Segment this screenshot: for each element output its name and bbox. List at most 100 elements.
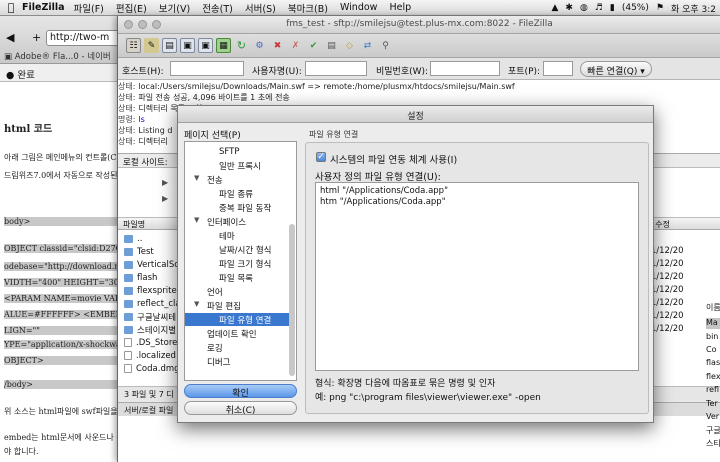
menu-clock[interactable]: 화 오후 3:2 — [671, 2, 716, 15]
list-item[interactable]: flex — [706, 372, 720, 383]
example-hint: 예: png "c:\program files\viewer\viewer.e… — [315, 393, 541, 403]
browser-url-field[interactable]: http://two-m — [46, 30, 124, 46]
username-input[interactable] — [305, 61, 367, 76]
password-input[interactable] — [430, 61, 500, 76]
reconnect-icon[interactable]: ✔ — [306, 38, 321, 53]
filter-icon[interactable]: ▤ — [324, 38, 339, 53]
column-name[interactable]: 이름 — [706, 302, 720, 313]
list-item[interactable]: Ver — [706, 412, 720, 423]
sync-browse-icon[interactable]: ⇄ — [360, 38, 375, 53]
flag-icon[interactable]: ⚑ — [656, 3, 664, 13]
tree-item-logging[interactable]: 로깅 — [185, 341, 289, 354]
tree-item-filetype-associations[interactable]: 파일 유형 연결 — [185, 313, 289, 326]
tree-scrollbar[interactable] — [289, 224, 295, 376]
port-input[interactable] — [543, 61, 573, 76]
tree-item-sftp[interactable]: SFTP — [185, 146, 289, 159]
menu-transfer[interactable]: 전송(T) — [202, 1, 233, 15]
menu-window[interactable]: Window — [340, 2, 377, 13]
tree-item-date-time-format[interactable]: 날짜/시간 형식 — [185, 243, 289, 256]
bluetooth-icon[interactable]: ✱ — [565, 3, 573, 13]
list-item[interactable]: reflect_cla — [124, 297, 181, 310]
list-item[interactable]: 구글날씨테 — [124, 310, 176, 323]
use-system-associations-label[interactable]: 시스템의 파일 연동 체계 사용(I) — [330, 152, 457, 166]
list-item[interactable]: Co — [706, 345, 720, 356]
refresh-icon[interactable]: ↻ — [234, 38, 249, 53]
process-queue-icon[interactable]: ⚙ — [252, 38, 267, 53]
tree-item-file-editing[interactable]: ▼ 파일 편집 — [185, 299, 289, 312]
site-manager-icon[interactable]: ☷ — [126, 38, 141, 53]
tree-item-filesize-format[interactable]: 파일 크기 형식 — [185, 257, 289, 270]
cancel-icon[interactable]: ✖ — [270, 38, 285, 53]
menu-edit[interactable]: 편집(E) — [116, 1, 147, 15]
list-item[interactable]: .DS_Store — [124, 336, 177, 349]
wifi-icon[interactable]: ◍ — [580, 3, 588, 13]
tree-item-file-lists[interactable]: 파일 목록 — [185, 271, 289, 284]
quickconnect-button[interactable]: 빠른 연결(Q) ▾ — [580, 61, 652, 77]
ok-button[interactable]: 확인 — [184, 384, 297, 399]
expanded-triangle-icon[interactable]: ▼ — [194, 216, 199, 224]
custom-associations-textarea[interactable]: html "/Applications/Coda.app" htm "/Appl… — [315, 182, 639, 371]
menu-bookmarks[interactable]: 북마크(B) — [288, 1, 328, 15]
tree-item-debug[interactable]: 디버그 — [185, 355, 289, 368]
file-icon — [124, 364, 132, 373]
list-item[interactable]: 스테이지별 — [124, 323, 176, 336]
message-log-icon[interactable]: ▤ — [162, 38, 177, 53]
bookmark-item[interactable]: ▣ Adobe® Fla...0 - 네이버 — [4, 52, 121, 62]
expanded-triangle-icon[interactable]: ▼ — [194, 300, 199, 308]
menu-server[interactable]: 서버(S) — [245, 1, 276, 15]
zoom-window-button[interactable] — [152, 20, 161, 29]
tree-item-file-types[interactable]: 파일 종류 — [185, 187, 289, 200]
close-window-button[interactable] — [124, 20, 133, 29]
tree-item-transfers[interactable]: ▼ 전송 — [185, 173, 289, 186]
list-item[interactable]: VerticalScr — [124, 258, 182, 271]
battery-icon[interactable]: ▮ — [610, 3, 615, 13]
disconnect-icon[interactable]: ✗ — [288, 38, 303, 53]
tree-item-interface[interactable]: ▼ 인터페이스 — [185, 215, 289, 228]
list-item[interactable]: flash — [124, 271, 157, 284]
tree-item-file-exists-action[interactable]: 중복 파일 동작 — [185, 201, 289, 214]
use-system-associations-checkbox[interactable]: ✓ — [316, 152, 326, 162]
list-item[interactable]: flexspriter — [124, 284, 180, 297]
host-input[interactable] — [170, 61, 244, 76]
code-line: <PARAM NAME=movie VALU — [4, 294, 127, 303]
expand-arrow-icon[interactable]: ▶ — [162, 194, 168, 203]
list-item[interactable]: refl — [706, 385, 720, 396]
folder-icon — [124, 247, 133, 256]
column-filename[interactable]: 파일명 — [123, 220, 145, 229]
list-item[interactable]: Ma — [706, 318, 720, 329]
code-line: odebase="http://download.macromedia — [4, 262, 165, 271]
menu-help[interactable]: Help — [389, 2, 411, 13]
menu-view[interactable]: 보기(V) — [159, 1, 190, 15]
search-icon[interactable]: ⚲ — [378, 38, 393, 53]
tree-item-update-check[interactable]: 업데이트 확인 — [185, 327, 289, 340]
add-icon[interactable]: + — [32, 31, 41, 44]
adobe-icon[interactable]: ▲ — [551, 3, 558, 13]
remote-tree-icon[interactable]: ▣ — [198, 38, 213, 53]
list-item[interactable]: Coda.dmg — [124, 362, 180, 375]
list-item[interactable]: 스티 — [706, 438, 720, 449]
list-item[interactable]: 구글 — [706, 425, 720, 436]
edit-icon[interactable]: ✎ — [144, 38, 159, 53]
tree-item-language[interactable]: 언어 — [185, 285, 289, 298]
list-item[interactable]: flas — [706, 358, 720, 369]
back-icon[interactable]: ◀ — [6, 31, 20, 45]
volume-icon[interactable]: ♬ — [595, 3, 603, 13]
expand-arrow-icon[interactable]: ▶ — [162, 178, 168, 187]
list-item[interactable]: .. — [124, 232, 142, 245]
cancel-button[interactable]: 취소(C) — [184, 401, 297, 416]
local-tree-icon[interactable]: ▣ — [180, 38, 195, 53]
list-item[interactable]: bin — [706, 332, 720, 343]
menu-app-name[interactable]: FileZilla — [22, 2, 65, 13]
minimize-window-button[interactable] — [138, 20, 147, 29]
queue-icon[interactable]: ▦ — [216, 38, 231, 53]
list-item[interactable]: Test — [124, 245, 154, 258]
log-line: 상태: 파일 전송 성공, 4,096 바이트를 1 초에 전송 — [118, 93, 290, 102]
tree-item-themes[interactable]: 테마 — [185, 229, 289, 242]
list-item[interactable]: Ter — [706, 399, 720, 410]
tree-item-generic-proxy[interactable]: 일반 프록시 — [185, 159, 289, 172]
apple-icon[interactable]:  — [0, 1, 22, 14]
expanded-triangle-icon[interactable]: ▼ — [194, 174, 199, 182]
menu-file[interactable]: 파일(F) — [74, 1, 104, 15]
compare-icon[interactable]: ◇ — [342, 38, 357, 53]
list-item[interactable]: .localized — [124, 349, 176, 362]
